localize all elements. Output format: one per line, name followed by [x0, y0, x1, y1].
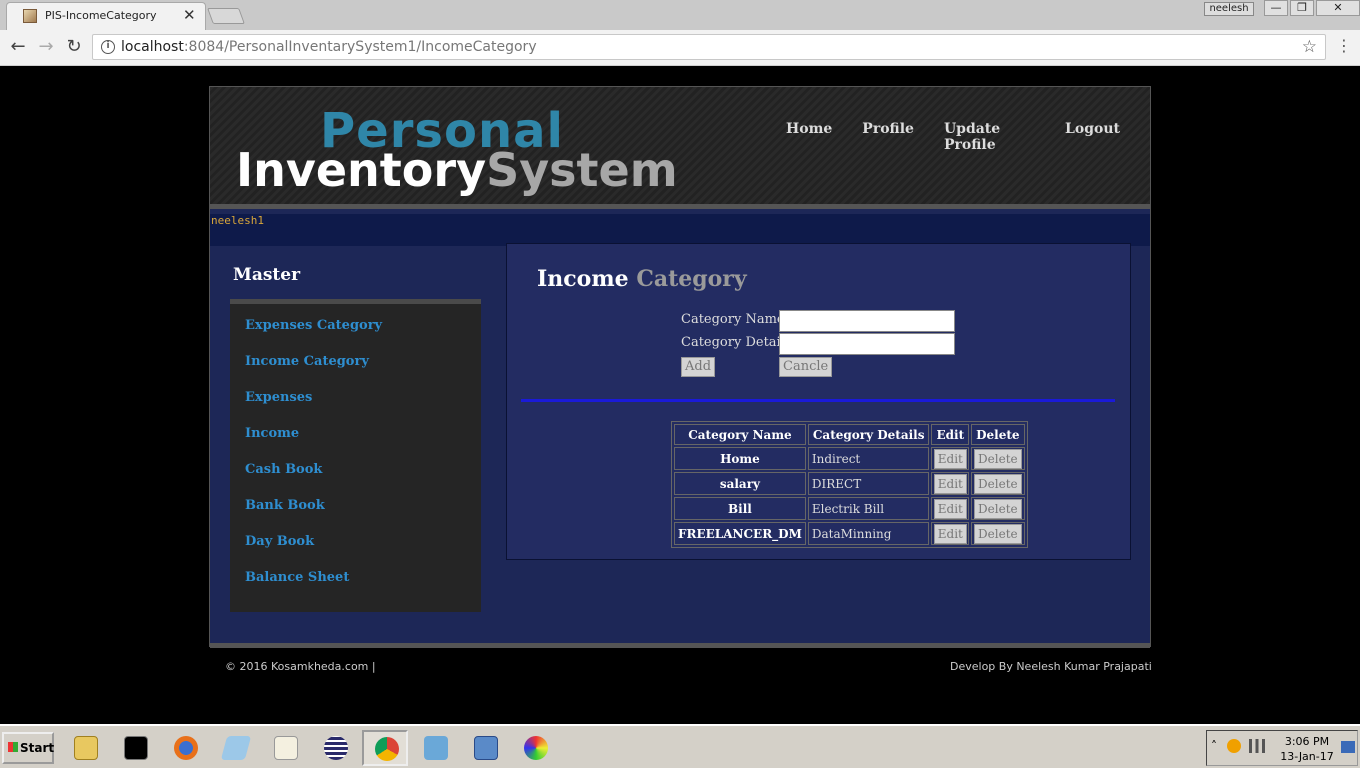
logged-in-username: neelesh1: [211, 214, 264, 227]
section-divider: [521, 399, 1115, 402]
sidebar-item-income-category[interactable]: Income Category: [230, 350, 481, 386]
delete-button[interactable]: Delete: [974, 448, 1022, 469]
system-tray: ˄ 3:06 PM 13-Jan-17: [1206, 730, 1358, 766]
sidebar-item-balance-sheet[interactable]: Balance Sheet: [230, 566, 481, 602]
flash-icon[interactable]: [412, 730, 458, 766]
sidebar-item-expenses[interactable]: Expenses: [230, 386, 481, 422]
eclipse-icon[interactable]: [312, 730, 358, 766]
category-name-label: Category Name: [681, 312, 785, 327]
minimize-button[interactable]: —: [1264, 0, 1288, 16]
forward-icon[interactable]: →: [34, 36, 58, 57]
row-category-name: Home: [674, 447, 806, 470]
sidebar-menu: Expenses Category Income Category Expens…: [230, 299, 481, 612]
user-band: [210, 214, 1150, 246]
edit-button[interactable]: Edit: [933, 498, 967, 519]
table-row: Bill Electrik Bill Edit Delete: [674, 497, 1025, 520]
table-row: FREELANCER_DM DataMinning Edit Delete: [674, 522, 1025, 545]
top-nav: Home Profile Update Profile Logout: [786, 121, 1150, 153]
tab-close-icon[interactable]: ✕: [183, 6, 196, 24]
tray-expand-icon[interactable]: ˄: [1211, 739, 1217, 753]
row-category-details: DataMinning: [807, 522, 930, 545]
tab-title: PIS-IncomeCategory: [45, 9, 157, 22]
editor-icon[interactable]: [262, 730, 308, 766]
developer-credit: Develop By Neelesh Kumar Prajapati: [950, 660, 1152, 673]
sidebar-item-bank-book[interactable]: Bank Book: [230, 494, 481, 530]
content-panel: Income Category Category Name Category D…: [506, 243, 1131, 560]
browser-toolbar: ← → ↻ i localhost:8084/PersonalInventary…: [0, 30, 1360, 66]
virtualbox-icon[interactable]: [462, 730, 508, 766]
edit-button[interactable]: Edit: [933, 473, 967, 494]
header-category-name: Category Name: [674, 424, 806, 445]
table-header-row: Category Name Category Details Edit Dele…: [674, 424, 1025, 445]
tray-app-icon[interactable]: [1227, 739, 1241, 753]
delete-button[interactable]: Delete: [974, 523, 1022, 544]
category-name-input[interactable]: [779, 310, 955, 332]
sidebar-item-expenses-category[interactable]: Expenses Category: [230, 314, 481, 350]
page-title: Income Category: [537, 266, 747, 292]
info-icon[interactable]: i: [101, 40, 115, 54]
close-window-button[interactable]: ✕: [1316, 0, 1360, 16]
browser-tab[interactable]: PIS-IncomeCategory ✕: [6, 2, 206, 30]
bookmark-star-icon[interactable]: ☆: [1302, 37, 1317, 57]
sidebar-item-income[interactable]: Income: [230, 422, 481, 458]
paint-icon[interactable]: [512, 730, 558, 766]
row-category-details: Electrik Bill: [807, 497, 930, 520]
restore-button[interactable]: ❐: [1290, 0, 1314, 16]
taskbar: Start ˄ 3:06 PM 13-Jan-17: [0, 724, 1360, 768]
browser-menu-icon[interactable]: ⋮: [1336, 36, 1352, 55]
delete-button[interactable]: Delete: [974, 473, 1022, 494]
new-tab-button[interactable]: [207, 8, 245, 24]
delete-button[interactable]: Delete: [974, 498, 1022, 519]
command-prompt-icon[interactable]: [112, 730, 158, 766]
sidebar-item-day-book[interactable]: Day Book: [230, 530, 481, 566]
sidebar-item-cash-book[interactable]: Cash Book: [230, 458, 481, 494]
address-bar[interactable]: i localhost:8084/PersonalInventarySystem…: [92, 34, 1326, 60]
edit-button[interactable]: Edit: [933, 523, 967, 544]
browser-tabstrip: PIS-IncomeCategory ✕ neelesh — ❐ ✕: [0, 0, 1360, 30]
table-row: Home Indirect Edit Delete: [674, 447, 1025, 470]
nav-home[interactable]: Home: [786, 121, 832, 153]
row-category-name: FREELANCER_DM: [674, 522, 806, 545]
firefox-icon[interactable]: [162, 730, 208, 766]
notepad-icon[interactable]: [212, 730, 258, 766]
row-category-details: Indirect: [807, 447, 930, 470]
header-category-details: Category Details: [807, 424, 930, 445]
add-button[interactable]: Add: [681, 357, 716, 377]
category-table: Category Name Category Details Edit Dele…: [671, 421, 1028, 548]
page-viewport: Personal InventorySystem Home Profile Up…: [0, 67, 1360, 724]
row-category-details: DIRECT: [807, 472, 930, 495]
windows-flag-icon: [8, 742, 18, 752]
page-favicon-icon: [23, 9, 37, 23]
clock[interactable]: 3:06 PM 13-Jan-17: [1277, 734, 1337, 764]
window-controls: — ❐ ✕: [1262, 0, 1360, 18]
nav-logout[interactable]: Logout: [1065, 121, 1120, 153]
header-edit: Edit: [931, 424, 970, 445]
back-icon[interactable]: ←: [6, 36, 30, 57]
footer-bar: [210, 643, 1150, 648]
category-details-label: Category Details: [681, 335, 792, 350]
copyright-text: © 2016 Kosamkheda.com |: [225, 660, 376, 673]
network-signal-icon[interactable]: [1249, 739, 1265, 753]
sidebar-title: Master: [233, 265, 301, 285]
table-row: salary DIRECT Edit Delete: [674, 472, 1025, 495]
start-button[interactable]: Start: [2, 732, 54, 764]
show-desktop-icon[interactable]: [1341, 741, 1355, 753]
row-category-name: salary: [674, 472, 806, 495]
url-text[interactable]: localhost:8084/PersonalInventarySystem1/…: [121, 39, 537, 55]
profile-badge[interactable]: neelesh: [1204, 2, 1254, 16]
site-container: Personal InventorySystem Home Profile Up…: [209, 86, 1151, 648]
reload-icon[interactable]: ↻: [62, 36, 86, 57]
file-manager-icon[interactable]: [62, 730, 108, 766]
nav-profile[interactable]: Profile: [862, 121, 914, 153]
edit-button[interactable]: Edit: [933, 448, 967, 469]
header-delete: Delete: [971, 424, 1025, 445]
chrome-icon[interactable]: [362, 730, 408, 766]
row-category-name: Bill: [674, 497, 806, 520]
site-header: Personal InventorySystem Home Profile Up…: [210, 87, 1150, 209]
logo-inventory-system: InventorySystem: [236, 143, 678, 197]
cancel-button[interactable]: Cancle: [779, 357, 833, 377]
nav-update-profile[interactable]: Update Profile: [944, 121, 1035, 153]
category-details-input[interactable]: [779, 333, 955, 355]
